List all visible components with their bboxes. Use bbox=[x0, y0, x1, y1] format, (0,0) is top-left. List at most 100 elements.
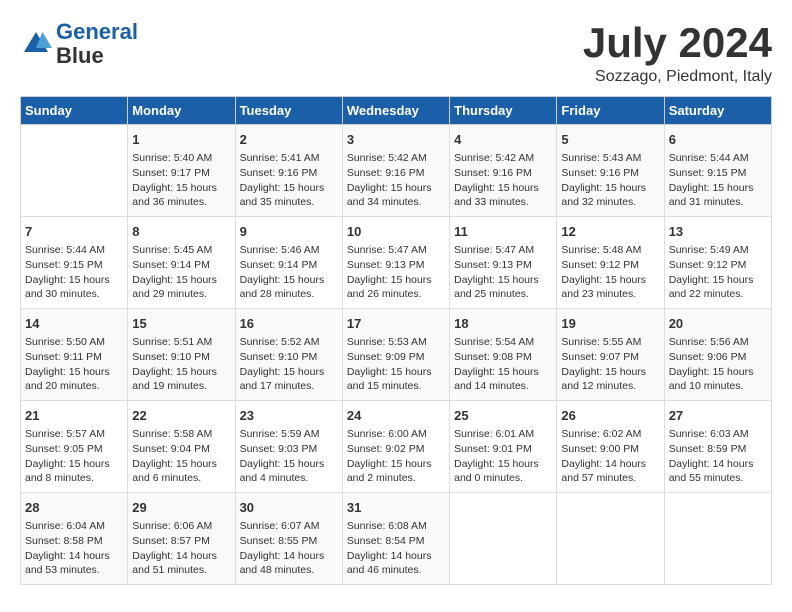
logo-text: General Blue bbox=[56, 20, 138, 68]
week-row-2: 7 Sunrise: 5:44 AMSunset: 9:15 PMDaylight… bbox=[21, 217, 772, 309]
calendar-cell: 26 Sunrise: 6:02 AMSunset: 9:00 PMDayligh… bbox=[557, 401, 664, 493]
day-number: 2 bbox=[240, 131, 338, 149]
day-info: Sunrise: 5:56 AMSunset: 9:06 PMDaylight:… bbox=[669, 335, 767, 394]
day-number: 15 bbox=[132, 315, 230, 333]
day-info: Sunrise: 6:06 AMSunset: 8:57 PMDaylight:… bbox=[132, 519, 230, 578]
week-row-3: 14Sunrise: 5:50 AMSunset: 9:11 PMDayligh… bbox=[21, 309, 772, 401]
day-number: 9 bbox=[240, 223, 338, 241]
calendar-cell bbox=[557, 492, 664, 584]
day-number: 18 bbox=[454, 315, 552, 333]
day-info: Sunrise: 5:47 AMSunset: 9:13 PMDaylight:… bbox=[454, 243, 552, 302]
page-header: General Blue July 2024 Sozzago, Piedmont… bbox=[20, 20, 772, 86]
day-number: 26 bbox=[561, 407, 659, 425]
day-number: 4 bbox=[454, 131, 552, 149]
day-info: Sunrise: 5:51 AMSunset: 9:10 PMDaylight:… bbox=[132, 335, 230, 394]
column-header-tuesday: Tuesday bbox=[235, 97, 342, 125]
day-info: Sunrise: 5:48 AMSunset: 9:12 PMDaylight:… bbox=[561, 243, 659, 302]
logo: General Blue bbox=[20, 20, 138, 68]
calendar-cell: 9 Sunrise: 5:46 AMSunset: 9:14 PMDaylight… bbox=[235, 217, 342, 309]
column-header-sunday: Sunday bbox=[21, 97, 128, 125]
calendar-cell: 29Sunrise: 6:06 AMSunset: 8:57 PMDayligh… bbox=[128, 492, 235, 584]
calendar-cell: 5Sunrise: 5:43 AMSunset: 9:16 PMDaylight… bbox=[557, 125, 664, 217]
day-info: Sunrise: 5:53 AMSunset: 9:09 PMDaylight:… bbox=[347, 335, 445, 394]
calendar-cell: 13Sunrise: 5:49 AMSunset: 9:12 PMDayligh… bbox=[664, 217, 771, 309]
day-number: 12 bbox=[561, 223, 659, 241]
day-number: 31 bbox=[347, 499, 445, 517]
column-header-friday: Friday bbox=[557, 97, 664, 125]
day-info: Sunrise: 5:45 AMSunset: 9:14 PMDaylight:… bbox=[132, 243, 230, 302]
calendar-cell: 30Sunrise: 6:07 AMSunset: 8:55 PMDayligh… bbox=[235, 492, 342, 584]
day-number: 23 bbox=[240, 407, 338, 425]
calendar-cell: 19Sunrise: 5:55 AMSunset: 9:07 PMDayligh… bbox=[557, 309, 664, 401]
day-info: Sunrise: 5:40 AMSunset: 9:17 PMDaylight:… bbox=[132, 151, 230, 210]
calendar-cell: 6 Sunrise: 5:44 AMSunset: 9:15 PMDaylight… bbox=[664, 125, 771, 217]
day-number: 24 bbox=[347, 407, 445, 425]
day-number: 8 bbox=[132, 223, 230, 241]
calendar-cell: 1 Sunrise: 5:40 AMSunset: 9:17 PMDaylight… bbox=[128, 125, 235, 217]
day-info: Sunrise: 5:49 AMSunset: 9:12 PMDaylight:… bbox=[669, 243, 767, 302]
day-info: Sunrise: 6:03 AMSunset: 8:59 PMDaylight:… bbox=[669, 427, 767, 486]
day-info: Sunrise: 5:50 AMSunset: 9:11 PMDaylight:… bbox=[25, 335, 123, 394]
day-info: Sunrise: 5:54 AMSunset: 9:08 PMDaylight:… bbox=[454, 335, 552, 394]
day-number: 19 bbox=[561, 315, 659, 333]
day-info: Sunrise: 5:41 AMSunset: 9:16 PMDaylight:… bbox=[240, 151, 338, 210]
day-number: 30 bbox=[240, 499, 338, 517]
calendar-cell: 7 Sunrise: 5:44 AMSunset: 9:15 PMDaylight… bbox=[21, 217, 128, 309]
header-row: SundayMondayTuesdayWednesdayThursdayFrid… bbox=[21, 97, 772, 125]
day-info: Sunrise: 5:42 AMSunset: 9:16 PMDaylight:… bbox=[454, 151, 552, 210]
day-info: Sunrise: 5:59 AMSunset: 9:03 PMDaylight:… bbox=[240, 427, 338, 486]
calendar-cell: 18 Sunrise: 5:54 AMSunset: 9:08 PMDayligh… bbox=[450, 309, 557, 401]
calendar-cell: 8 Sunrise: 5:45 AMSunset: 9:14 PMDaylight… bbox=[128, 217, 235, 309]
calendar-cell: 27 Sunrise: 6:03 AMSunset: 8:59 PMDayligh… bbox=[664, 401, 771, 493]
logo-icon bbox=[20, 28, 52, 60]
day-number: 27 bbox=[669, 407, 767, 425]
day-info: Sunrise: 5:47 AMSunset: 9:13 PMDaylight:… bbox=[347, 243, 445, 302]
day-number: 11 bbox=[454, 223, 552, 241]
calendar-cell: 25Sunrise: 6:01 AMSunset: 9:01 PMDayligh… bbox=[450, 401, 557, 493]
day-number: 1 bbox=[132, 131, 230, 149]
calendar-cell: 28 Sunrise: 6:04 AMSunset: 8:58 PMDayligh… bbox=[21, 492, 128, 584]
day-info: Sunrise: 5:42 AMSunset: 9:16 PMDaylight:… bbox=[347, 151, 445, 210]
calendar-cell bbox=[664, 492, 771, 584]
week-row-1: 1 Sunrise: 5:40 AMSunset: 9:17 PMDaylight… bbox=[21, 125, 772, 217]
day-number: 20 bbox=[669, 315, 767, 333]
column-header-wednesday: Wednesday bbox=[342, 97, 449, 125]
calendar-cell: 12 Sunrise: 5:48 AMSunset: 9:12 PMDayligh… bbox=[557, 217, 664, 309]
calendar-cell: 22 Sunrise: 5:58 AMSunset: 9:04 PMDayligh… bbox=[128, 401, 235, 493]
calendar-cell: 17 Sunrise: 5:53 AMSunset: 9:09 PMDayligh… bbox=[342, 309, 449, 401]
week-row-4: 21Sunrise: 5:57 AMSunset: 9:05 PMDayligh… bbox=[21, 401, 772, 493]
day-info: Sunrise: 6:08 AMSunset: 8:54 PMDaylight:… bbox=[347, 519, 445, 578]
calendar-cell: 20 Sunrise: 5:56 AMSunset: 9:06 PMDayligh… bbox=[664, 309, 771, 401]
day-number: 10 bbox=[347, 223, 445, 241]
day-number: 6 bbox=[669, 131, 767, 149]
day-number: 25 bbox=[454, 407, 552, 425]
calendar-cell: 10 Sunrise: 5:47 AMSunset: 9:13 PMDayligh… bbox=[342, 217, 449, 309]
week-row-5: 28 Sunrise: 6:04 AMSunset: 8:58 PMDayligh… bbox=[21, 492, 772, 584]
calendar-cell: 16Sunrise: 5:52 AMSunset: 9:10 PMDayligh… bbox=[235, 309, 342, 401]
day-info: Sunrise: 6:02 AMSunset: 9:00 PMDaylight:… bbox=[561, 427, 659, 486]
day-info: Sunrise: 6:04 AMSunset: 8:58 PMDaylight:… bbox=[25, 519, 123, 578]
day-number: 17 bbox=[347, 315, 445, 333]
calendar-cell: 23 Sunrise: 5:59 AMSunset: 9:03 PMDayligh… bbox=[235, 401, 342, 493]
day-info: Sunrise: 5:44 AMSunset: 9:15 PMDaylight:… bbox=[25, 243, 123, 302]
calendar-cell: 11 Sunrise: 5:47 AMSunset: 9:13 PMDayligh… bbox=[450, 217, 557, 309]
day-info: Sunrise: 5:46 AMSunset: 9:14 PMDaylight:… bbox=[240, 243, 338, 302]
day-number: 7 bbox=[25, 223, 123, 241]
calendar-cell: 14Sunrise: 5:50 AMSunset: 9:11 PMDayligh… bbox=[21, 309, 128, 401]
calendar-cell: 24Sunrise: 6:00 AMSunset: 9:02 PMDayligh… bbox=[342, 401, 449, 493]
calendar-cell: 15 Sunrise: 5:51 AMSunset: 9:10 PMDayligh… bbox=[128, 309, 235, 401]
calendar-cell: 2 Sunrise: 5:41 AMSunset: 9:16 PMDaylight… bbox=[235, 125, 342, 217]
day-info: Sunrise: 5:58 AMSunset: 9:04 PMDaylight:… bbox=[132, 427, 230, 486]
day-number: 16 bbox=[240, 315, 338, 333]
calendar-table: SundayMondayTuesdayWednesdayThursdayFrid… bbox=[20, 96, 772, 585]
calendar-cell: 31 Sunrise: 6:08 AMSunset: 8:54 PMDayligh… bbox=[342, 492, 449, 584]
calendar-cell: 21Sunrise: 5:57 AMSunset: 9:05 PMDayligh… bbox=[21, 401, 128, 493]
column-header-saturday: Saturday bbox=[664, 97, 771, 125]
column-header-thursday: Thursday bbox=[450, 97, 557, 125]
title-block: July 2024 Sozzago, Piedmont, Italy bbox=[583, 20, 772, 86]
calendar-cell: 3Sunrise: 5:42 AMSunset: 9:16 PMDaylight… bbox=[342, 125, 449, 217]
day-info: Sunrise: 5:44 AMSunset: 9:15 PMDaylight:… bbox=[669, 151, 767, 210]
calendar-cell bbox=[450, 492, 557, 584]
day-number: 22 bbox=[132, 407, 230, 425]
day-number: 28 bbox=[25, 499, 123, 517]
